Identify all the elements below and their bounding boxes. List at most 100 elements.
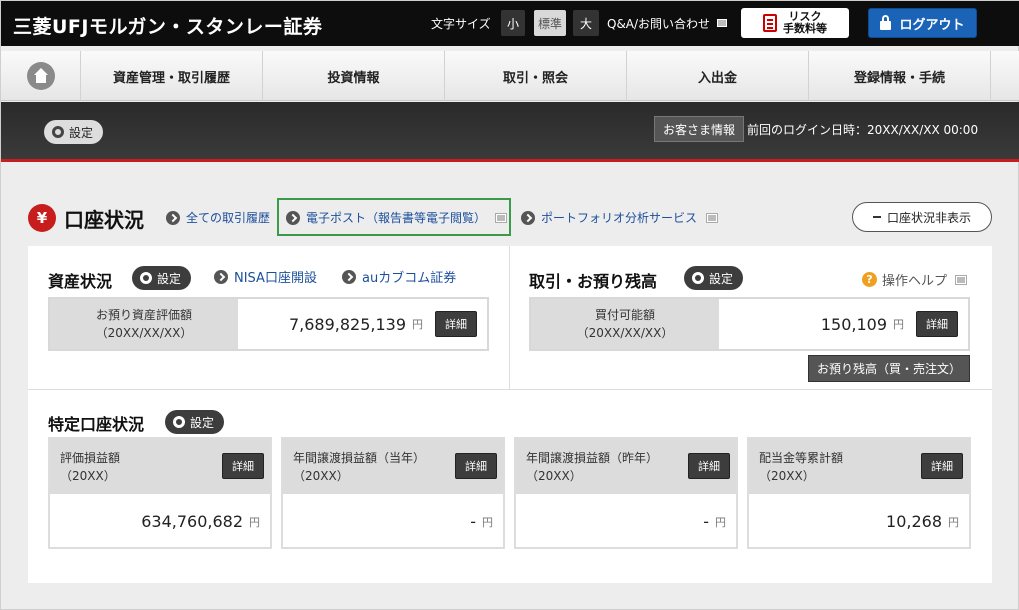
gear-icon — [140, 272, 152, 284]
card-head: 配当金等累計額 （20XX） 詳細 — [749, 439, 969, 494]
hide-account-status-label: 口座状況非表示 — [886, 210, 971, 225]
arrow-circle-icon — [166, 210, 180, 225]
customer-info-button[interactable]: お客さま情報 — [654, 116, 744, 142]
vertical-divider — [509, 246, 510, 389]
card-label: 年間譲渡損益額（当年） （20XX） — [293, 449, 425, 485]
font-size-standard-button[interactable]: 標準 — [534, 10, 566, 36]
band-settings-button[interactable]: 設定 — [44, 120, 104, 144]
arrow-circle-icon — [286, 210, 300, 225]
card-value: 634,760,682 — [141, 512, 243, 531]
buying-power-detail-button[interactable]: 詳細 — [916, 311, 958, 337]
nisa-open-link[interactable]: NISA口座開設 — [214, 267, 317, 286]
card-detail-button[interactable]: 詳細 — [222, 453, 264, 479]
yen-unit: 円 — [482, 515, 493, 529]
gear-icon — [52, 126, 64, 138]
card-annual-pl-current: 年間譲渡損益額（当年） （20XX） 詳細 - 円 — [281, 437, 505, 549]
yen-unit: 円 — [948, 515, 959, 529]
card-dividend-total: 配当金等累計額 （20XX） 詳細 10,268 円 — [747, 437, 971, 549]
asset-valuation-value: 7,689,825,139 — [288, 314, 406, 334]
asset-valuation-box: お預り資産評価額 （20XX/XX/XX） 7,689,825,139 円 詳細 — [48, 297, 489, 351]
portfolio-label: ポートフォリオ分析サービス — [541, 211, 698, 225]
nav-item-registration[interactable]: 登録情報・手続 — [809, 51, 991, 101]
buying-power-value-cell: 150,109 円 詳細 — [719, 299, 968, 349]
balance-orders-button[interactable]: お預り残高（買・売注文） — [808, 355, 970, 382]
card-detail-button[interactable]: 詳細 — [921, 453, 963, 479]
assets-settings-button[interactable]: 設定 — [132, 266, 192, 290]
card-head: 年間譲渡損益額（当年） （20XX） 詳細 — [283, 439, 503, 494]
gear-icon — [173, 416, 185, 428]
card-value: 10,268 — [886, 512, 942, 531]
logout-label: ログアウト — [899, 17, 965, 33]
specific-settings-button[interactable]: 設定 — [165, 410, 225, 434]
risk-fees-button[interactable]: リスク 手数料等 — [741, 8, 849, 38]
nav-item-investment-info[interactable]: 投資情報 — [263, 51, 445, 101]
nav-home-button[interactable] — [1, 51, 81, 101]
logout-button[interactable]: ログアウト — [868, 8, 977, 38]
card-head: 年間譲渡損益額（昨年） （20XX） 詳細 — [516, 439, 736, 494]
external-window-icon — [717, 19, 727, 27]
card-value-cell: - 円 — [283, 494, 503, 549]
card-head: 評価損益額 （20XX） 詳細 — [50, 439, 270, 494]
card-detail-button[interactable]: 詳細 — [455, 453, 497, 479]
card-label-line2: （20XX） — [759, 469, 815, 483]
all-history-label: 全ての取引履歴 — [186, 211, 271, 225]
document-icon — [763, 14, 777, 32]
card-value: - — [470, 512, 476, 531]
card-label-line1: 評価損益額 — [60, 451, 121, 465]
buying-power-label-line2: （20XX/XX/XX） — [576, 326, 674, 340]
card-label-line1: 配当金等累計額 — [759, 451, 844, 465]
help-label: 操作ヘルプ — [882, 274, 948, 289]
card-value-cell: - 円 — [516, 494, 736, 549]
specific-account-title: 特定口座状況 — [48, 415, 145, 434]
horizontal-divider — [28, 389, 992, 390]
operation-help-link[interactable]: ? 操作ヘルプ — [862, 270, 968, 289]
band-settings-label: 設定 — [69, 125, 94, 140]
assets-settings-label: 設定 — [157, 271, 182, 286]
font-size-small-button[interactable]: 小 — [501, 10, 525, 36]
yen-unit: 円 — [249, 515, 260, 529]
nav-item-trading[interactable]: 取引・照会 — [445, 51, 627, 101]
au-label: auカブコム証券 — [362, 271, 457, 286]
trading-settings-button[interactable]: 設定 — [684, 266, 744, 290]
e-post-link[interactable]: 電子ポスト（報告書等電子閲覧） — [286, 209, 508, 226]
au-kabucom-link[interactable]: auカブコム証券 — [342, 267, 456, 286]
risk-fees-label: リスク 手数料等 — [783, 11, 827, 35]
minus-icon — [872, 216, 881, 218]
card-label-line2: （20XX） — [293, 469, 349, 483]
buying-power-value: 150,109 — [820, 314, 887, 334]
asset-valuation-label-line1: お預り資産評価額 — [95, 308, 192, 322]
external-window-icon — [955, 274, 968, 285]
external-window-icon — [706, 212, 719, 223]
card-value: - — [703, 512, 709, 531]
asset-valuation-label: お預り資産評価額 （20XX/XX/XX） — [50, 299, 238, 349]
nav-item-assets-history[interactable]: 資産管理・取引履歴 — [81, 51, 263, 101]
yen-icon: ¥ — [28, 204, 56, 232]
all-history-link[interactable]: 全ての取引履歴 — [166, 209, 270, 226]
brand-logo[interactable]: 三菱UFJモルガン・スタンレー証券 — [13, 12, 322, 39]
nav-item-deposit-withdrawal[interactable]: 入出金 — [627, 51, 809, 101]
font-size-large-button[interactable]: 大 — [573, 10, 599, 36]
nisa-label: NISA口座開設 — [234, 271, 317, 286]
card-label-line1: 年間譲渡損益額（当年） — [293, 451, 426, 465]
yen-unit: 円 — [412, 318, 423, 331]
portfolio-analysis-link[interactable]: ポートフォリオ分析サービス — [521, 209, 719, 226]
risk-line2: 手数料等 — [783, 22, 827, 35]
card-unrealized-pl: 評価損益額 （20XX） 詳細 634,760,682 円 — [48, 437, 272, 549]
qa-contact-link[interactable]: Q&A/お問い合わせ — [607, 15, 710, 32]
trading-settings-label: 設定 — [709, 271, 734, 286]
card-label: 年間譲渡損益額（昨年） （20XX） — [526, 449, 658, 485]
card-detail-button[interactable]: 詳細 — [688, 453, 730, 479]
buying-power-label: 買付可能額 （20XX/XX/XX） — [531, 299, 719, 349]
asset-valuation-label-line2: （20XX/XX/XX） — [95, 326, 193, 340]
card-label-line2: （20XX） — [526, 469, 582, 483]
assets-title: 資産状況 — [48, 272, 113, 291]
yen-unit: 円 — [893, 318, 904, 331]
arrow-circle-icon — [342, 269, 356, 284]
hide-account-status-button[interactable]: 口座状況非表示 — [852, 202, 992, 232]
asset-detail-button[interactable]: 詳細 — [435, 311, 477, 337]
arrow-circle-icon — [214, 269, 228, 284]
help-icon: ? — [862, 272, 877, 287]
main-nav: 資産管理・取引履歴 投資情報 取引・照会 入出金 登録情報・手続 — [1, 51, 1019, 101]
e-post-label: 電子ポスト（報告書等電子閲覧） — [306, 211, 487, 225]
user-band: 設定 お客さま情報 前回のログイン日時：20XX/XX/XX 00:00 — [1, 102, 1019, 162]
